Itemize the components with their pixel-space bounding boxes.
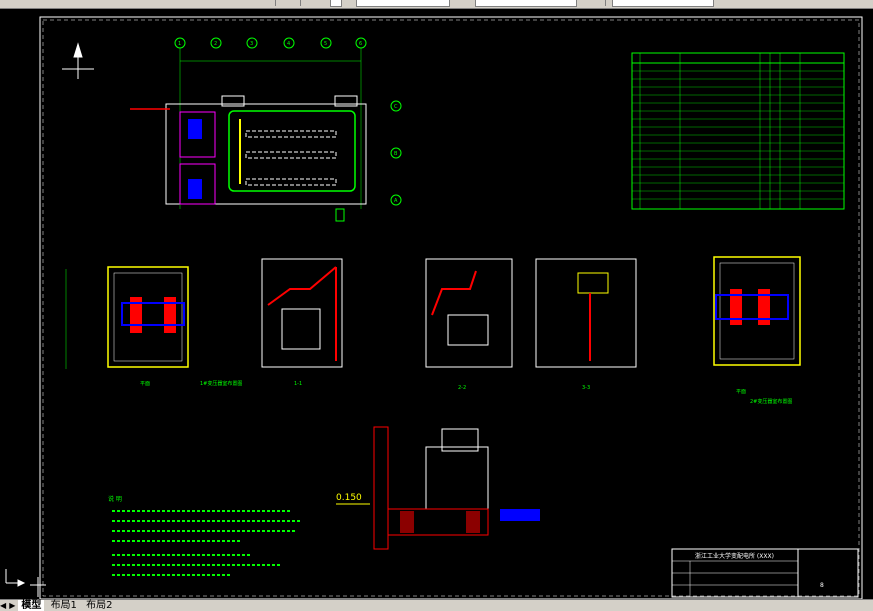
layer-field[interactable]	[330, 0, 342, 7]
layout-tabs: ◀ ▶ 模型 布局1 布局2	[0, 599, 873, 611]
north-arrow-icon	[62, 42, 94, 79]
tab-layout1[interactable]: 布局1	[48, 600, 80, 611]
title-block-sheet: 8	[820, 582, 824, 589]
section-1-1: 1-1	[261, 258, 343, 387]
style-field[interactable]	[612, 0, 714, 7]
main-floor-plan	[130, 95, 367, 222]
tab-nav-left-icon[interactable]: ◀	[0, 600, 6, 611]
crosshair-icon	[30, 577, 46, 597]
linetype-field[interactable]	[356, 0, 450, 7]
elevation-label: 0.150	[336, 493, 362, 503]
transformer-room-1-plan: 平面 1#变压器室布置图	[65, 266, 242, 387]
transformer-room-2-plan: 平面 2#变压器室布置图	[713, 256, 801, 405]
ucs-icon	[5, 569, 26, 587]
axis-label: A	[394, 198, 398, 204]
toolbar-button[interactable]	[290, 0, 301, 6]
view-label: 1-1	[294, 381, 302, 387]
section-3-3: 3-3	[535, 258, 637, 391]
title-block: 浙江工业大学变配电所 (XXX) 8	[671, 548, 859, 598]
notes-title: 说 明	[108, 495, 122, 503]
axis-label: B	[394, 151, 398, 157]
tab-nav-right-icon[interactable]: ▶	[9, 600, 15, 611]
drawing-canvas[interactable]: 1 2 3 4 5 6 C B A 平面 1#变压器室布置图 1-1 2-2 3…	[0, 9, 873, 600]
notes-block: 说 明	[108, 495, 300, 576]
axis-label: 6	[359, 41, 362, 47]
toolbar	[0, 0, 873, 9]
toolbar-button[interactable]	[595, 0, 606, 6]
equipment-table	[631, 52, 845, 210]
tab-layout2[interactable]: 布局2	[83, 600, 115, 611]
view-label: 3-3	[582, 385, 590, 391]
foundation-detail: 0.150	[336, 426, 540, 550]
lineweight-field[interactable]	[475, 0, 577, 7]
cad-drawing[interactable]: 1 2 3 4 5 6 C B A 平面 1#变压器室布置图 1-1 2-2 3…	[0, 9, 873, 600]
view-label: 1#变压器室布置图	[200, 380, 242, 387]
axis-label: C	[394, 104, 398, 110]
tab-model[interactable]: 模型	[18, 600, 45, 611]
view-label: 平面	[140, 381, 150, 387]
axis-label: 1	[178, 41, 181, 47]
axis-label: 4	[287, 41, 290, 47]
toolbar-button[interactable]	[265, 0, 276, 6]
view-label: 平面	[736, 389, 746, 395]
view-label: 2-2	[458, 385, 466, 391]
axis-label: 3	[250, 41, 253, 47]
axis-label: 5	[324, 41, 327, 47]
axis-label: 2	[214, 41, 217, 47]
title-block-project: 浙江工业大学变配电所 (XXX)	[695, 552, 774, 560]
axis-grid-top: 1 2 3 4 5 6	[174, 37, 367, 209]
axis-grid-side: C B A	[390, 100, 402, 206]
section-2-2: 2-2	[425, 258, 513, 391]
view-label: 2#变压器室布置图	[750, 398, 792, 405]
